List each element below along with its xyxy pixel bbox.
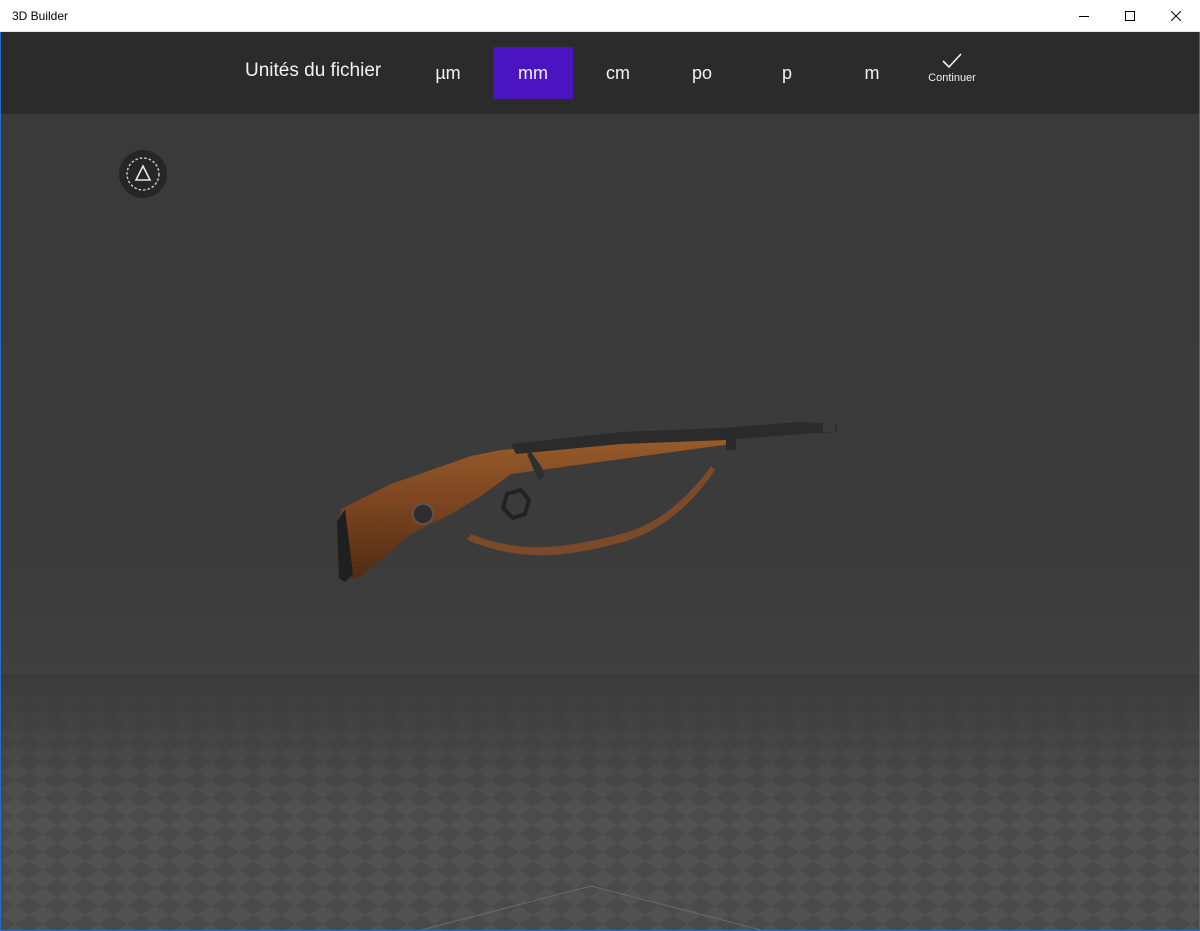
view-mode-triangle-icon bbox=[126, 157, 160, 191]
minimize-button[interactable] bbox=[1061, 0, 1107, 31]
unit-option-meter[interactable]: m bbox=[832, 47, 912, 99]
app-window: 3D Builder Unités du fichier µm mm cm po… bbox=[0, 0, 1200, 931]
title-bar: 3D Builder bbox=[0, 0, 1200, 32]
close-icon bbox=[1171, 10, 1181, 21]
3d-viewport[interactable] bbox=[1, 114, 1199, 930]
maximize-button[interactable] bbox=[1107, 0, 1153, 31]
unit-option-label: m bbox=[864, 62, 880, 83]
unit-option-centimeter[interactable]: cm bbox=[578, 47, 658, 99]
window-border-left bbox=[0, 32, 1, 931]
rifle-3d-model[interactable] bbox=[331, 414, 851, 594]
continue-button[interactable]: Continuer bbox=[915, 52, 989, 104]
maximize-icon bbox=[1125, 10, 1135, 21]
unit-option-label: po bbox=[691, 62, 713, 83]
unit-option-micrometer[interactable]: µm bbox=[408, 47, 488, 99]
view-mode-button[interactable] bbox=[119, 150, 167, 198]
checkmark-icon bbox=[942, 53, 962, 69]
window-title: 3D Builder bbox=[12, 9, 69, 23]
close-button[interactable] bbox=[1153, 0, 1199, 31]
unit-option-label: cm bbox=[606, 62, 630, 83]
unit-option-label: mm bbox=[518, 62, 548, 83]
minimize-icon bbox=[1079, 15, 1089, 17]
unit-option-inch[interactable]: po bbox=[662, 47, 742, 99]
unit-option-label: p bbox=[781, 62, 792, 83]
file-units-label: Unités du fichier bbox=[245, 60, 382, 81]
file-units-toolbar: Unités du fichier µm mm cm po p m Contin… bbox=[1, 32, 1199, 114]
unit-option-foot[interactable]: p bbox=[747, 47, 827, 99]
unit-option-label: µm bbox=[435, 62, 461, 83]
continue-label: Continuer bbox=[928, 72, 976, 84]
unit-option-millimeter[interactable]: mm bbox=[493, 47, 573, 99]
